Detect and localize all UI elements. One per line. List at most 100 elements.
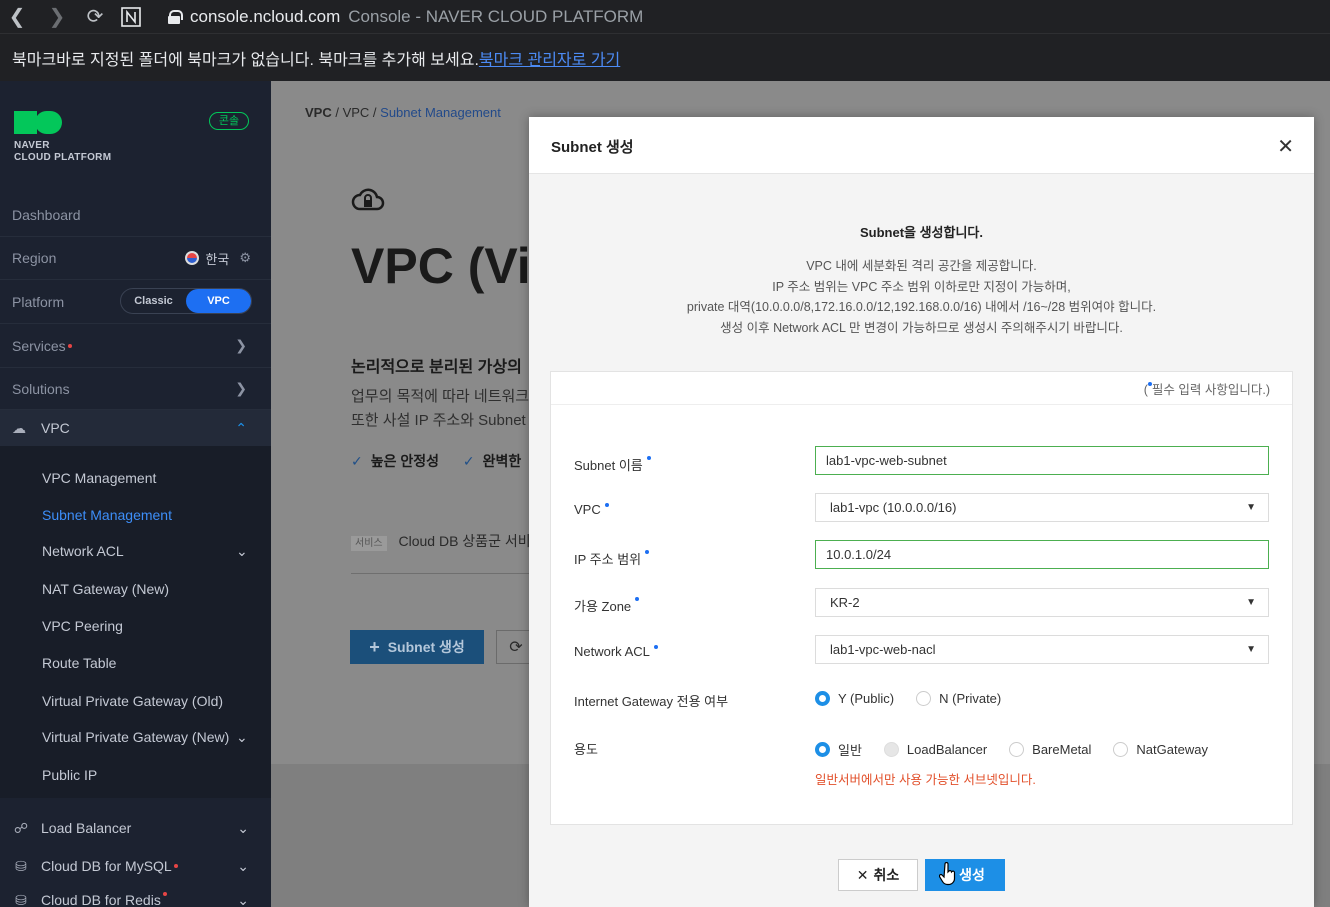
reload-icon[interactable]: ⟳ (80, 2, 110, 32)
usage-general-option[interactable]: 일반 (815, 740, 862, 759)
sidebar-item-vpg-old[interactable]: Virtual Private Gateway (Old) (42, 693, 223, 709)
back-icon[interactable]: ❮ (2, 2, 32, 32)
igw-private-label: N (Private) (939, 691, 1002, 706)
create-label: 생성 (959, 867, 985, 883)
create-button[interactable]: 생성 (925, 859, 1005, 891)
extension-icon[interactable] (116, 2, 146, 32)
platform-toggle[interactable]: Classic VPC (120, 288, 252, 314)
chevron-down-icon: ⌄ (236, 729, 248, 745)
bookmark-bar: 북마크바로 지정된 폴더에 북마크가 없습니다. 북마크를 추가해 보세요. 북… (0, 33, 1330, 81)
chevron-right-icon: ❯ (235, 380, 247, 396)
page-subtitle: 논리적으로 분리된 가상의 (351, 359, 522, 376)
breadcrumb-current: Subnet Management (380, 105, 501, 120)
check-icon: ✓ (351, 453, 363, 469)
page-description: 업무의 목적에 따라 네트워크를 또한 사설 IP 주소와 Subnet (351, 385, 543, 433)
subnet-form: (필수 입력 사항입니다.) Subnet 이름 lab1-vpc-web-su… (550, 371, 1293, 825)
chevron-down-icon: ⌄ (236, 543, 248, 559)
usage-natgateway-option[interactable]: NatGateway (1113, 742, 1208, 757)
required-note: (필수 입력 사항입니다.) (1143, 382, 1270, 397)
network-acl-select-value: lab1-vpc-web-nacl (830, 642, 936, 657)
intro-line-4: 생성 이후 Network ACL 만 변경이 가능하므로 생성시 주의해주시기… (720, 320, 1123, 335)
radio-disabled[interactable] (883, 742, 899, 757)
chevron-down-icon: ⌄ (237, 892, 249, 907)
sidebar-item-public-ip[interactable]: Public IP (42, 767, 97, 783)
modal-title: Subnet 생성 (551, 139, 634, 156)
create-subnet-button[interactable]: + Subnet 생성 (350, 630, 484, 664)
sidebar-item-redis[interactable]: ⛁ Cloud DB for Redis ⌄ (0, 885, 271, 907)
zone-select[interactable]: KR-2 ▼ (815, 588, 1269, 617)
zone-select-value: KR-2 (830, 595, 860, 610)
sidebar: NAVER CLOUD PLATFORM 콘솔 Dashboard Region… (0, 81, 271, 907)
vpc-select[interactable]: lab1-vpc (10.0.0.0/16) ▼ (815, 493, 1269, 522)
sidebar-item-vpc[interactable]: ☁ VPC ⌃ (0, 410, 271, 446)
vpc-label: VPC (574, 502, 609, 517)
console-badge: 콘솔 (209, 112, 249, 130)
region-value: 한국 (205, 251, 230, 267)
sidebar-item-route-table[interactable]: Route Table (42, 655, 116, 671)
subnet-name-input[interactable]: lab1-vpc-web-subnet (815, 446, 1269, 475)
logo[interactable]: NAVER CLOUD PLATFORM (14, 111, 111, 164)
chevron-down-icon: ⌄ (237, 819, 249, 836)
sidebar-item-vpc-peering[interactable]: VPC Peering (42, 618, 123, 634)
browser-toolbar: ❮ ❯ ⟳ console.ncloud.com Console - NAVER… (0, 0, 1330, 33)
radio-checked[interactable] (815, 691, 830, 706)
close-icon: ✕ (856, 866, 869, 883)
sidebar-item-dashboard[interactable]: Dashboard (0, 194, 271, 237)
sidebar-item-subnet-management[interactable]: Subnet Management (42, 507, 172, 523)
breadcrumb: VPC / VPC / Subnet Management (305, 105, 501, 120)
divider (551, 404, 1292, 405)
usage-lb-option[interactable]: LoadBalancer (883, 742, 987, 757)
sidebar-item-vpg-new[interactable]: Virtual Private Gateway (New) ⌄ (42, 729, 248, 745)
solutions-label: Solutions (12, 380, 70, 397)
radio-checked[interactable] (815, 742, 830, 757)
cancel-button[interactable]: ✕ 취소 (838, 859, 918, 891)
database-icon: ⛁ (15, 892, 27, 907)
new-dot (162, 892, 167, 896)
network-acl-label: Network ACL (574, 644, 658, 659)
ip-range-input[interactable]: 10.0.1.0/24 (815, 540, 1269, 569)
breadcrumb-vpc[interactable]: VPC (305, 105, 332, 120)
sidebar-item-nat-gateway[interactable]: NAT Gateway (New) (42, 581, 169, 597)
sidebar-item-services[interactable]: Services ❯ (0, 324, 271, 368)
desc-line-2: 또한 사설 IP 주소와 Subnet (351, 412, 526, 429)
address-bar[interactable]: console.ncloud.com Console - NAVER CLOUD… (168, 7, 643, 27)
load-balancer-label: Load Balancer (41, 820, 132, 836)
cancel-label: 취소 (873, 867, 900, 883)
zone-label: 가용 Zone (574, 596, 640, 615)
lock-icon (168, 9, 183, 24)
bookmark-manager-link[interactable]: 북마크 관리자로 가기 (479, 46, 620, 70)
sidebar-item-mysql[interactable]: ⛁ Cloud DB for MySQL ⌄ (0, 847, 271, 885)
required-note-text: 필수 입력 사항입니다.) (1151, 383, 1270, 397)
igw-public-label: Y (Public) (838, 691, 895, 706)
network-acl-select[interactable]: lab1-vpc-web-nacl ▼ (815, 635, 1269, 664)
logo-line1: NAVER (14, 140, 50, 151)
sidebar-item-region[interactable]: Region 한국 ⚙ (0, 237, 271, 280)
igw-public-option[interactable]: Y (Public) (815, 691, 894, 706)
forward-icon[interactable]: ❯ (42, 2, 72, 32)
usage-warning: 일반서버에서만 사용 가능한 서브넷입니다. (815, 773, 1036, 787)
sidebar-item-network-acl[interactable]: Network ACL ⌄ (42, 543, 248, 559)
breadcrumb-vpc2[interactable]: VPC (343, 105, 370, 120)
radio-unchecked[interactable] (1113, 742, 1129, 757)
sidebar-item-solutions[interactable]: Solutions ❯ (0, 368, 271, 410)
radio-unchecked[interactable] (916, 691, 932, 706)
igw-private-option[interactable]: N (Private) (916, 691, 1001, 706)
usage-baremetal-option[interactable]: BareMetal (1009, 742, 1091, 757)
sidebar-item-load-balancer[interactable]: ☍ Load Balancer ⌄ (0, 809, 271, 847)
platform-classic[interactable]: Classic (121, 289, 186, 313)
platform-vpc[interactable]: VPC (186, 289, 251, 313)
redis-label: Cloud DB for Redis (41, 892, 161, 907)
feature-list: ✓ 높은 안정성 ✓ 완벽한 (351, 451, 541, 471)
logo-line2: CLOUD PLATFORM (14, 152, 112, 163)
service-notice: 서비스 Cloud DB 상품군 서비스 (351, 531, 543, 551)
vpc-icon: ☁ (12, 419, 26, 436)
url-host: console.ncloud.com (190, 6, 341, 26)
radio-unchecked[interactable] (1009, 742, 1025, 757)
vpc-label: VPC (41, 420, 70, 436)
load-balancer-icon: ☍ (13, 819, 29, 836)
close-icon[interactable]: ✕ (1277, 134, 1294, 159)
gear-icon[interactable]: ⚙ (239, 250, 251, 266)
feature-2: 완벽한 (482, 453, 522, 469)
intro-line-1: VPC 내에 세분화된 격리 공간을 제공합니다. (806, 259, 1037, 273)
sidebar-item-vpc-management[interactable]: VPC Management (42, 470, 156, 486)
